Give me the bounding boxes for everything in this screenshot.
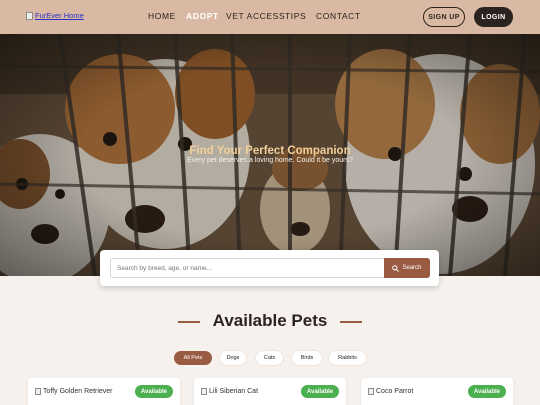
search-button-label: Search [402,265,422,271]
nav-tips[interactable]: TIPS [285,11,306,21]
pet-card[interactable]: Toffy Golden Retriever Available [28,378,180,405]
logo-link[interactable]: FurEver Home [26,11,84,20]
login-button[interactable]: LOGIN [474,7,513,27]
search-button[interactable]: Search [384,258,430,278]
pet-card[interactable]: Coco Parrot Available [361,378,513,405]
hero-subtitle: Every pet deserves a loving home. Could … [187,157,353,164]
pet-card[interactable]: Lili Siberian Cat Available [194,378,346,405]
section-title: Available Pets [212,311,328,330]
pet-image: Coco Parrot [368,388,413,395]
search-panel: Search [100,250,439,286]
filter-cats[interactable]: Cats [256,351,283,365]
broken-image-icon [368,388,374,395]
nav-adopt[interactable]: ADOPT [186,11,219,21]
broken-image-icon [201,388,207,395]
status-badge: Available [467,385,506,398]
hero-title: Find Your Perfect Companion [189,145,351,157]
pet-image-alt: Lili Siberian Cat [209,388,259,395]
filter-all-pets[interactable]: All Pets [174,351,212,365]
search-icon [392,264,400,272]
pet-image-alt: Coco Parrot [376,388,414,395]
broken-image-icon [35,388,41,395]
pet-image-alt: Toffy Golden Retriever [43,388,113,395]
nav-contact[interactable]: CONTACT [316,11,361,21]
filter-rabbits[interactable]: Rabbits [329,351,366,365]
logo-alt-text: FurEver Home [35,11,84,20]
nav-vet-access[interactable]: VET ACCESS [226,11,285,21]
pet-image: Lili Siberian Cat [201,388,258,395]
title-decoration-right [340,321,362,323]
broken-image-icon [26,11,33,20]
status-badge: Available [134,385,173,398]
hero-banner: Find Your Perfect Companion Every pet de… [0,34,540,276]
pet-image: Toffy Golden Retriever [35,388,113,395]
signup-button[interactable]: SIGN UP [423,7,465,27]
filter-birds[interactable]: Birds [292,351,322,365]
site-header: FurEver Home HOME ADOPT VET ACCESS TIPS … [0,0,540,34]
nav-home[interactable]: HOME [148,11,176,21]
filter-dogs[interactable]: Dogs [220,351,246,365]
status-badge: Available [300,385,339,398]
search-input[interactable] [110,258,384,278]
